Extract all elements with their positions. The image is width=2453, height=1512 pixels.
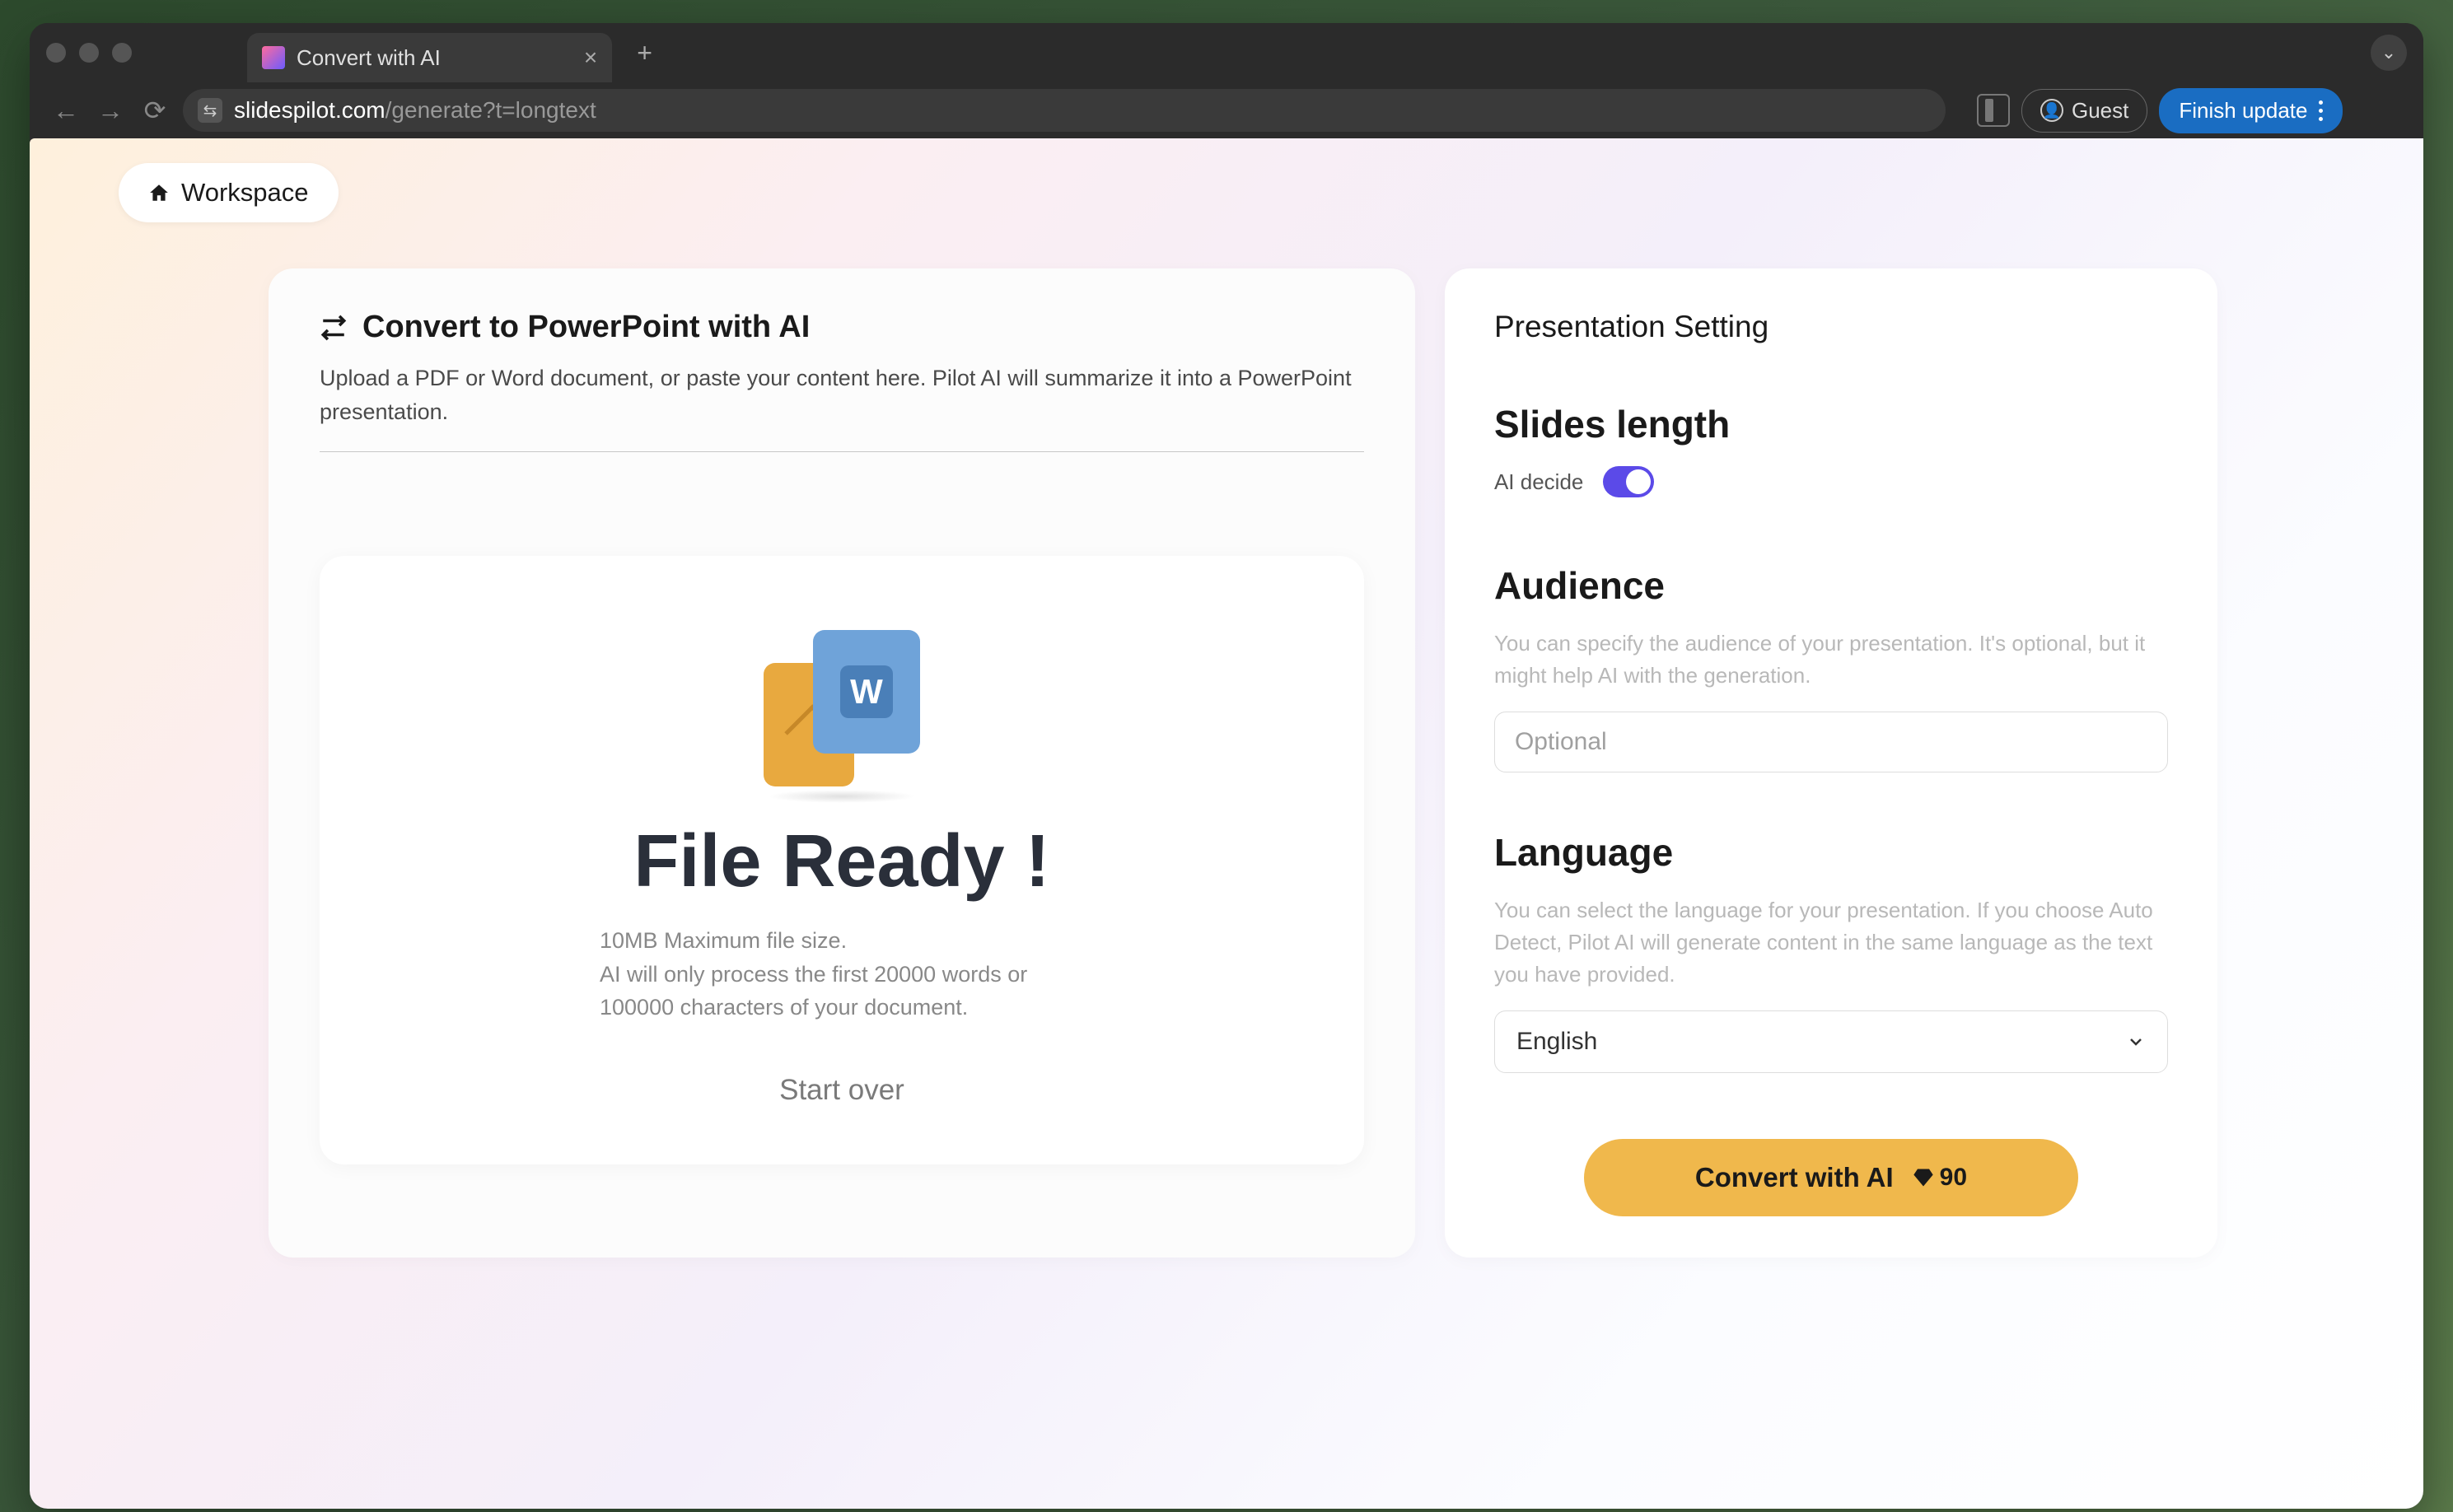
- finish-update-button[interactable]: Finish update: [2159, 88, 2343, 133]
- home-icon: [148, 182, 170, 203]
- slides-length-heading: Slides length: [1494, 402, 2168, 446]
- tab-title: Convert with AI: [297, 45, 441, 71]
- convert-panel: Convert to PowerPoint with AI Upload a P…: [269, 268, 1415, 1258]
- workspace-button[interactable]: Workspace: [119, 163, 339, 222]
- forward-button[interactable]: →: [94, 94, 127, 127]
- workspace-label: Workspace: [181, 178, 309, 208]
- url-text: slidespilot.com/generate?t=longtext: [234, 97, 596, 124]
- close-tab-icon[interactable]: ×: [584, 44, 597, 71]
- browser-tab[interactable]: Convert with AI ×: [247, 33, 612, 82]
- credits-badge: 90: [1912, 1164, 1967, 1192]
- browser-window: Convert with AI × + ⌄ ← → ⟳ ⇆ slidespilo…: [30, 23, 2423, 1509]
- sidebar-toggle-icon[interactable]: [1977, 94, 2010, 127]
- settings-panel: Presentation Setting Slides length AI de…: [1445, 268, 2217, 1258]
- convert-button-label: Convert with AI: [1695, 1162, 1894, 1193]
- ai-decide-row: AI decide: [1494, 466, 2168, 497]
- start-over-button[interactable]: Start over: [779, 1074, 904, 1107]
- audience-heading: Audience: [1494, 563, 2168, 608]
- diamond-icon: [1912, 1166, 1935, 1189]
- close-window-button[interactable]: [46, 43, 66, 63]
- maximize-window-button[interactable]: [112, 43, 132, 63]
- ai-decide-label: AI decide: [1494, 469, 1583, 495]
- file-ready-card: W File Ready ! 10MB Maximum file size. A…: [320, 556, 1364, 1164]
- site-settings-icon[interactable]: ⇆: [198, 98, 222, 123]
- finish-update-label: Finish update: [2179, 98, 2307, 124]
- word-file-icon: W: [813, 630, 920, 754]
- guest-label: Guest: [2072, 98, 2128, 124]
- menu-icon[interactable]: [2319, 100, 2323, 121]
- swap-icon: [320, 314, 348, 342]
- new-tab-button[interactable]: +: [637, 38, 652, 68]
- favicon-icon: [262, 46, 285, 69]
- address-bar-row: ← → ⟳ ⇆ slidespilot.com/generate?t=longt…: [30, 82, 2423, 138]
- audience-input[interactable]: [1494, 712, 2168, 772]
- language-description: You can select the language for your pre…: [1494, 894, 2168, 991]
- chevron-down-icon: [2126, 1032, 2146, 1052]
- convert-button[interactable]: Convert with AI 90: [1584, 1139, 2078, 1216]
- convert-subtitle: Upload a PDF or Word document, or paste …: [320, 362, 1364, 452]
- language-heading: Language: [1494, 830, 2168, 875]
- file-ready-title: File Ready !: [633, 819, 1049, 904]
- file-icons: W: [747, 630, 937, 795]
- tabs-overflow-button[interactable]: ⌄: [2371, 35, 2407, 71]
- settings-title: Presentation Setting: [1494, 310, 2168, 344]
- title-bar: Convert with AI × + ⌄: [30, 23, 2423, 82]
- audience-description: You can specify the audience of your pre…: [1494, 628, 2168, 692]
- language-select[interactable]: English: [1494, 1010, 2168, 1073]
- credits-count: 90: [1940, 1164, 1967, 1192]
- language-value: English: [1516, 1028, 1597, 1056]
- minimize-window-button[interactable]: [79, 43, 99, 63]
- guest-profile-button[interactable]: 👤 Guest: [2021, 89, 2147, 133]
- back-button[interactable]: ←: [49, 94, 82, 127]
- convert-title: Convert to PowerPoint with AI: [362, 310, 810, 345]
- traffic-lights: [46, 43, 132, 63]
- main-container: Convert to PowerPoint with AI Upload a P…: [269, 268, 2217, 1258]
- reload-button[interactable]: ⟳: [138, 94, 171, 127]
- page-content: Workspace Convert to PowerPoint with AI …: [30, 138, 2423, 1509]
- file-info: 10MB Maximum file size. AI will only pro…: [600, 924, 1061, 1024]
- ai-decide-toggle[interactable]: [1603, 466, 1654, 497]
- convert-header: Convert to PowerPoint with AI: [320, 310, 1364, 345]
- address-bar[interactable]: ⇆ slidespilot.com/generate?t=longtext: [183, 89, 1946, 132]
- user-icon: 👤: [2040, 99, 2063, 122]
